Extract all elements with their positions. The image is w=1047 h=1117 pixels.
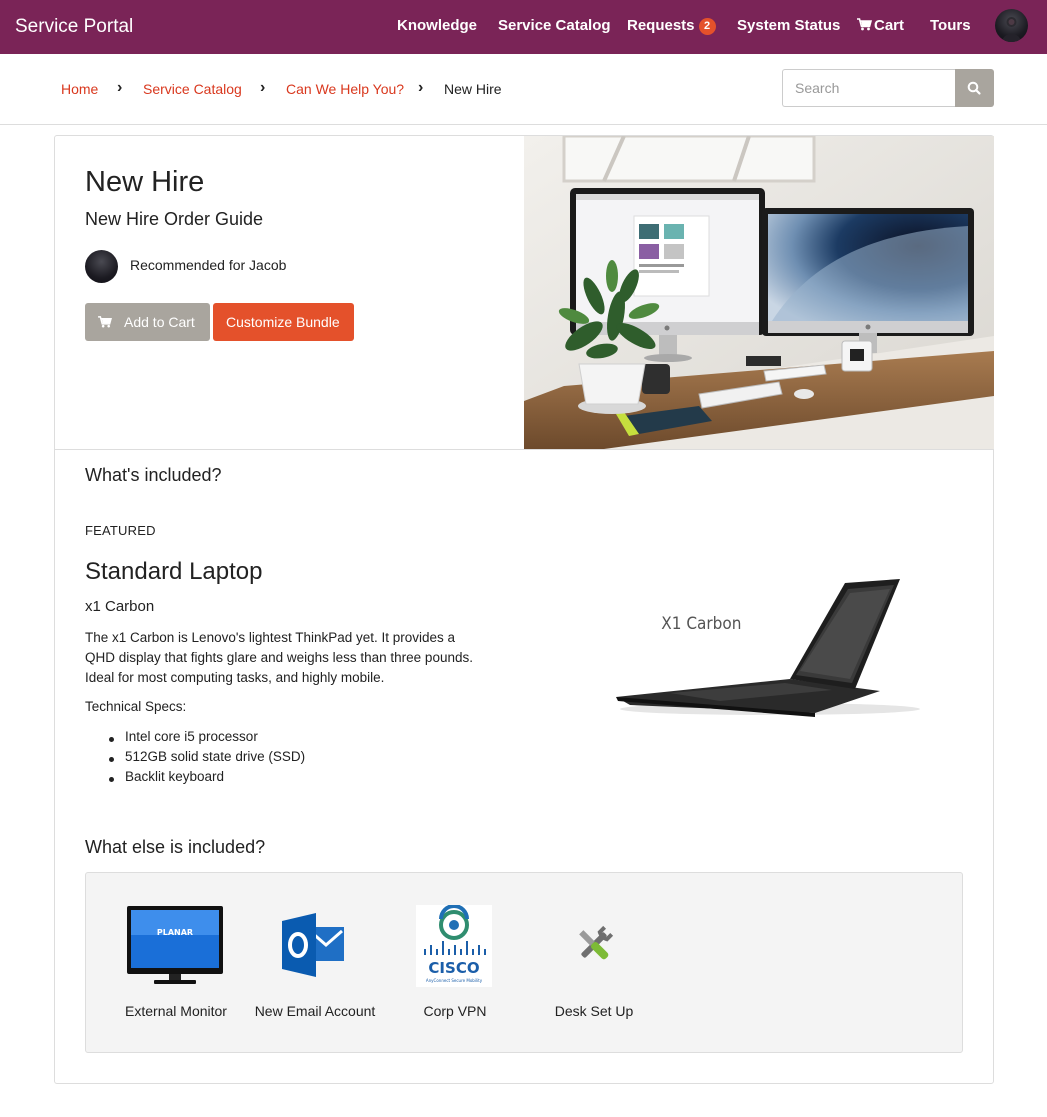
- extra-item-label: New Email Account: [254, 1003, 376, 1019]
- customize-bundle-label: Customize Bundle: [226, 314, 340, 330]
- cisco-icon: CISCO AnyConnect Secure Mobility: [416, 905, 492, 987]
- nav-requests-label: Requests: [627, 17, 695, 34]
- spec-bullet: [109, 777, 114, 782]
- hero-workspace-image: [524, 136, 994, 449]
- breadcrumb-separator: ›: [260, 79, 266, 96]
- breadcrumb-service-catalog[interactable]: Service Catalog: [143, 81, 242, 97]
- nav-requests[interactable]: Requests 2: [627, 17, 716, 35]
- search-input[interactable]: [782, 69, 956, 107]
- extra-item-desk-set-up[interactable]: Desk Set Up: [524, 873, 664, 1054]
- nav-cart-label: Cart: [874, 17, 905, 34]
- top-navbar: Service Portal Knowledge Service Catalog…: [0, 0, 1047, 54]
- extra-item-new-email-account[interactable]: New Email Account: [245, 873, 385, 1054]
- breadcrumb-separator: ›: [418, 79, 424, 96]
- search-icon: [967, 81, 981, 95]
- recommended-label: Recommended for Jacob: [130, 257, 287, 273]
- laptop-image-caption: X1 Carbon: [661, 613, 741, 633]
- add-to-cart-button[interactable]: Add to Cart: [85, 303, 210, 341]
- nav-cart[interactable]: Cart: [857, 17, 904, 34]
- cisco-logo-text: CISCO: [428, 959, 479, 977]
- extra-item-label: Corp VPN: [423, 1003, 487, 1019]
- featured-label: FEATURED: [85, 523, 156, 538]
- add-to-cart-label: Add to Cart: [124, 314, 195, 330]
- breadcrumb-separator: ›: [117, 79, 123, 96]
- spec-item: 512GB solid state drive (SSD): [125, 749, 306, 764]
- user-avatar-image: [1002, 17, 1021, 42]
- cart-icon: [98, 316, 112, 328]
- cart-icon: [857, 18, 873, 31]
- extra-item-corp-vpn[interactable]: CISCO AnyConnect Secure Mobility Corp VP…: [385, 873, 525, 1054]
- specs-label: Technical Specs:: [85, 699, 187, 714]
- nav-service-catalog[interactable]: Service Catalog: [498, 17, 611, 34]
- extra-item-label: External Monitor: [125, 1003, 227, 1019]
- requests-count-badge: 2: [698, 18, 716, 35]
- nav-tours[interactable]: Tours: [930, 17, 971, 34]
- tools-icon: [579, 925, 614, 960]
- monitor-icon: PLANAR: [127, 906, 223, 984]
- extra-item-label: Desk Set Up: [554, 1003, 634, 1019]
- whats-else-heading: What else is included?: [85, 837, 266, 857]
- product-model: x1 Carbon: [85, 598, 155, 615]
- hero-divider: [55, 449, 993, 450]
- breadcrumb-home[interactable]: Home: [61, 81, 98, 97]
- nav-knowledge[interactable]: Knowledge: [397, 17, 477, 34]
- spec-bullet: [109, 737, 114, 742]
- breadcrumb-can-we-help[interactable]: Can We Help You?: [286, 81, 404, 97]
- extra-item-external-monitor[interactable]: PLANAR External Monitor: [106, 873, 246, 1054]
- search-button[interactable]: [955, 69, 994, 107]
- user-avatar[interactable]: [995, 9, 1028, 42]
- spec-item: Intel core i5 processor: [125, 729, 258, 744]
- laptop-image: X1 Carbon: [610, 571, 920, 721]
- breadcrumb-current: New Hire: [444, 81, 502, 97]
- page-subtitle: New Hire Order Guide: [85, 209, 264, 229]
- page-title: New Hire: [85, 166, 205, 198]
- whats-included-heading: What's included?: [85, 465, 222, 485]
- product-description: The x1 Carbon is Lenovo's lightest Think…: [85, 630, 473, 685]
- product-title: Standard Laptop: [85, 558, 263, 585]
- brand-logo[interactable]: Service Portal: [15, 16, 133, 38]
- extras-panel: PLANAR External Monitor New Email Accoun…: [85, 872, 963, 1053]
- monitor-brand-text: PLANAR: [157, 928, 193, 937]
- cisco-logo-subtext: AnyConnect Secure Mobility: [426, 978, 483, 983]
- spec-item: Backlit keyboard: [125, 769, 225, 784]
- outlook-icon: [282, 913, 344, 977]
- recommended-avatar: [85, 250, 118, 283]
- nav-system-status[interactable]: System Status: [737, 17, 840, 34]
- customize-bundle-button[interactable]: Customize Bundle: [213, 303, 354, 341]
- breadcrumb: Home › Service Catalog › Can We Help You…: [0, 54, 1047, 125]
- order-guide-card: New Hire New Hire Order Guide Recommende…: [54, 135, 994, 1084]
- spec-bullet: [109, 757, 114, 762]
